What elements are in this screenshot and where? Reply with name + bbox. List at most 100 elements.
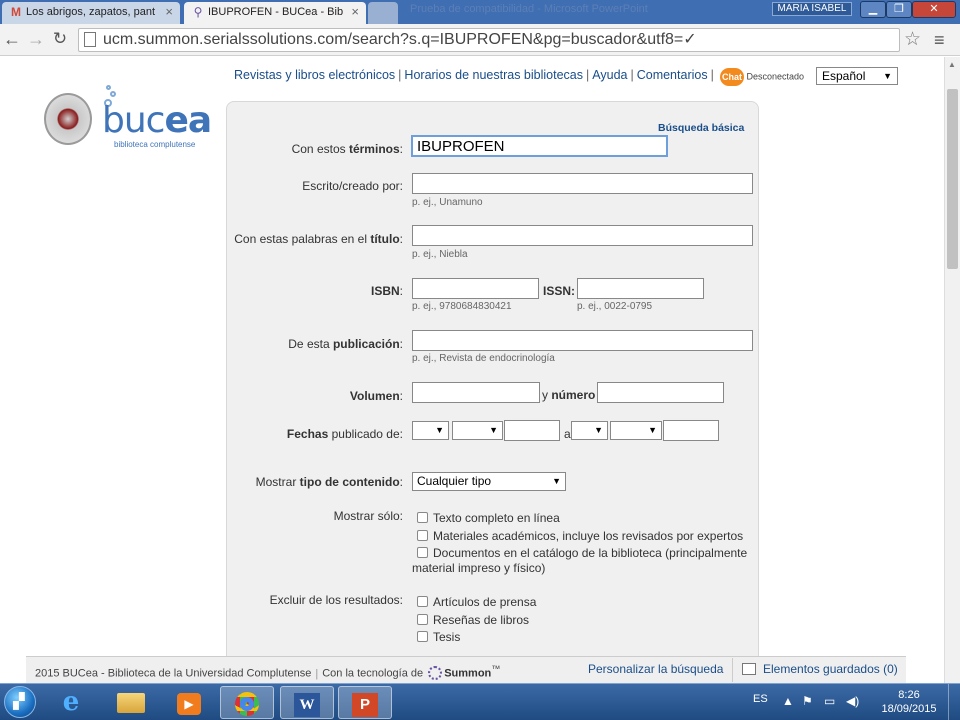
link-help[interactable]: Ayuda xyxy=(592,68,627,82)
show-hidden-icons-icon[interactable]: ▲ xyxy=(782,694,794,708)
from-month-select[interactable]: ▼ xyxy=(452,421,503,440)
reload-button[interactable]: ↻ xyxy=(48,28,72,52)
chevron-down-icon: ▼ xyxy=(594,425,603,435)
link-ebooks[interactable]: Revistas y libros electrónicos xyxy=(234,68,395,82)
chat-widget[interactable]: Chat Desconectado xyxy=(720,68,804,88)
customize-search-link[interactable]: Personalizar la búsqueda xyxy=(588,662,723,676)
new-tab-button[interactable] xyxy=(368,2,398,24)
author-label: Escrito/creado por: xyxy=(302,179,403,193)
scholarly-checkbox[interactable] xyxy=(417,530,428,541)
link-hours[interactable]: Horarios de nuestras bibliotecas xyxy=(404,68,583,82)
volume-label: Volumen: xyxy=(349,389,403,403)
bookmark-star-icon[interactable]: ☆ xyxy=(904,28,921,52)
close-window-button[interactable]: ✕ xyxy=(912,1,956,18)
page-scrollbar[interactable]: ▲ xyxy=(944,57,960,683)
network-icon[interactable]: ▭ xyxy=(824,694,835,708)
title-input[interactable] xyxy=(412,225,753,246)
exclude-news-option[interactable]: Artículos de prensa xyxy=(417,595,536,609)
maximize-button[interactable]: ❐ xyxy=(886,1,912,18)
user-badge[interactable]: MARIA ISABEL xyxy=(772,2,852,16)
from-day-select[interactable]: ▼ xyxy=(412,421,449,440)
page-footer: 2015 BUCea - Biblioteca de la Universida… xyxy=(26,656,906,683)
catalog-option[interactable]: Documentos en el catálogo de la bibliote… xyxy=(417,546,747,560)
browser-toolbar: ← → ↻ ucm.summon.serialssolutions.com/se… xyxy=(0,24,960,56)
exclude-reviews-checkbox[interactable] xyxy=(417,614,428,625)
word-icon[interactable]: W xyxy=(280,686,334,719)
language-value: Español xyxy=(822,69,866,83)
chevron-down-icon: ▼ xyxy=(883,71,892,81)
footer-copyright: 2015 BUCea - Biblioteca de la Universida… xyxy=(35,664,501,680)
exclude-news-checkbox[interactable] xyxy=(417,596,428,607)
date-to-label: a xyxy=(564,427,571,441)
content-type-label: Mostrar tipo de contenido: xyxy=(255,475,403,489)
forward-button[interactable]: → xyxy=(24,28,48,52)
action-center-flag-icon[interactable]: ⚑ xyxy=(802,694,813,708)
link-comments[interactable]: Comentarios xyxy=(637,68,708,82)
web-page: Revistas y libros electrónicos | Horarios … xyxy=(0,57,944,683)
to-day-select[interactable]: ▼ xyxy=(571,421,608,440)
separator: | xyxy=(630,68,634,82)
language-select[interactable]: Español ▼ xyxy=(816,67,898,85)
chevron-down-icon: ▼ xyxy=(489,425,498,435)
tab-gmail[interactable]: M Los abrigos, zapatos, pant × xyxy=(2,2,180,24)
volume-input[interactable] xyxy=(412,382,540,403)
input-language[interactable]: ES xyxy=(753,693,768,705)
address-bar[interactable]: ucm.summon.serialssolutions.com/search?s… xyxy=(78,28,900,52)
summon-icon: ⚲ xyxy=(193,5,203,19)
logo-tagline: biblioteca complutense xyxy=(114,140,196,149)
scrollbar-thumb[interactable] xyxy=(947,89,958,269)
basic-search-link[interactable]: Búsqueda básica xyxy=(658,122,744,134)
scholarly-option[interactable]: Materiales académicos, incluye los revis… xyxy=(417,529,743,543)
exclude-thesis-option[interactable]: Tesis xyxy=(417,630,460,644)
powerpoint-icon[interactable]: P xyxy=(338,686,392,719)
content-type-value: Cualquier tipo xyxy=(417,474,492,488)
volume-icon[interactable]: ◀) xyxy=(846,694,859,708)
bucea-logo[interactable]: bucea biblioteca complutense xyxy=(44,85,224,155)
close-icon[interactable]: × xyxy=(165,2,173,22)
from-year-input[interactable] xyxy=(504,420,560,441)
saved-items-link[interactable]: Elementos guardados (0) xyxy=(732,658,906,682)
to-year-input[interactable] xyxy=(663,420,719,441)
internet-explorer-icon[interactable]: e xyxy=(44,686,98,719)
chat-status: Desconectado xyxy=(746,71,805,82)
close-icon[interactable]: × xyxy=(351,2,359,22)
number-input[interactable] xyxy=(597,382,724,403)
content-type-select[interactable]: Cualquier tipo ▼ xyxy=(412,472,566,491)
separator: | xyxy=(398,68,402,82)
start-button[interactable] xyxy=(4,686,36,718)
tab-title: Los abrigos, zapatos, pant xyxy=(26,6,156,18)
chrome-icon[interactable] xyxy=(220,686,274,719)
exclude-thesis-checkbox[interactable] xyxy=(417,631,428,642)
tab-bucea[interactable]: ⚲ IBUPROFEN - BUCea - Bib × xyxy=(184,2,366,24)
minimize-button[interactable]: ▁ xyxy=(860,1,886,18)
page-icon xyxy=(84,32,96,47)
media-player-icon[interactable]: ▶ xyxy=(162,686,216,719)
file-explorer-icon[interactable] xyxy=(104,686,158,719)
scroll-up-icon[interactable]: ▲ xyxy=(948,60,956,69)
tab-title: IBUPROFEN - BUCea - Bib xyxy=(208,6,344,18)
isbn-input[interactable] xyxy=(412,278,539,299)
clock-date: 18/09/2015 xyxy=(881,703,937,715)
author-hint: p. ej., Unamuno xyxy=(412,197,483,208)
show-desktop-button[interactable] xyxy=(948,684,960,720)
publication-input[interactable] xyxy=(412,330,753,351)
clock-time: 8:26 xyxy=(898,689,920,701)
issn-input[interactable] xyxy=(577,278,704,299)
terms-input[interactable]: IBUPROFEN xyxy=(411,135,668,157)
chat-icon: Chat xyxy=(720,68,744,86)
catalog-checkbox[interactable] xyxy=(417,547,428,558)
isbn-label: ISBN: xyxy=(370,284,403,298)
summon-logo-icon xyxy=(428,665,443,680)
logo-wordmark: bucea xyxy=(102,100,212,141)
folder-icon xyxy=(742,663,756,675)
clock[interactable]: 8:26 18/09/2015 xyxy=(870,688,948,716)
fulltext-checkbox[interactable] xyxy=(417,512,428,523)
author-input[interactable] xyxy=(412,173,753,194)
exclude-reviews-option[interactable]: Reseñas de libros xyxy=(417,613,529,627)
gmail-icon: M xyxy=(11,5,21,19)
browser-titlebar: M Los abrigos, zapatos, pant × ⚲ IBUPROF… xyxy=(0,0,960,24)
menu-icon[interactable]: ≡ xyxy=(934,28,945,52)
fulltext-option[interactable]: Texto completo en línea xyxy=(417,511,560,525)
back-button[interactable]: ← xyxy=(0,28,24,52)
to-month-select[interactable]: ▼ xyxy=(610,421,662,440)
